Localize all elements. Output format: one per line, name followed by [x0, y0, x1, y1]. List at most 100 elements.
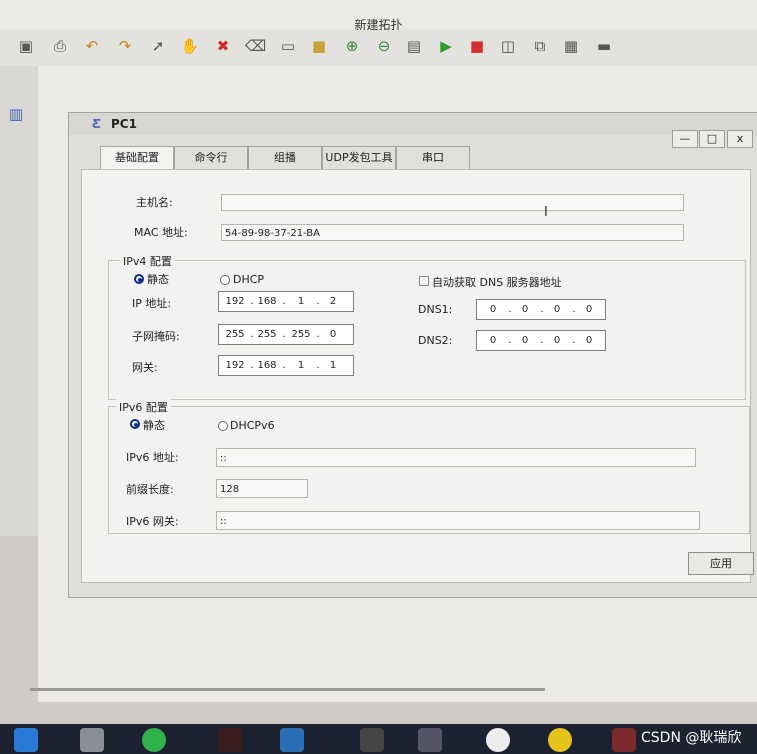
erase-icon[interactable]: ⌫	[245, 36, 266, 56]
tab-multicast[interactable]: 组播	[248, 146, 322, 169]
dns2-input[interactable]: 0. 0. 0. 0	[476, 330, 606, 351]
gateway-octet: 168	[257, 360, 277, 371]
game-icon[interactable]	[280, 728, 304, 752]
dns1-octet: 0	[489, 304, 497, 315]
ipv6-dhcp-radio[interactable]	[218, 421, 228, 431]
auto-dns-label: 自动获取 DNS 服务器地址	[432, 276, 562, 289]
gateway-label: 网关:	[132, 361, 158, 374]
ipv6-gateway-input[interactable]: ::	[216, 511, 700, 530]
mask-octet: 255	[225, 329, 245, 340]
auto-dns-checkbox[interactable]	[419, 276, 429, 286]
print-icon[interactable]: ⎙	[50, 36, 70, 56]
gateway-input[interactable]: 192. 168. 1. 1	[218, 355, 354, 376]
tab-serial[interactable]: 串口	[396, 146, 470, 169]
ip-address-label: IP 地址:	[132, 297, 172, 310]
hostname-input[interactable]	[221, 194, 684, 211]
dns1-octet: 0	[521, 304, 529, 315]
pc-icon: Ƹ	[92, 117, 102, 131]
game-launcher-icon[interactable]	[418, 728, 442, 752]
dns2-octet: 0	[521, 335, 529, 346]
ipv6-address-label: IPv6 地址:	[126, 451, 179, 464]
subnet-mask-input[interactable]: 255. 255. 255. 0	[218, 324, 354, 345]
device-panel: ▥	[0, 66, 39, 536]
steam-icon[interactable]	[360, 728, 384, 752]
ipv6-gateway-label: IPv6 网关:	[126, 515, 179, 528]
mask-octet: 255	[291, 329, 311, 340]
dns2-octet: 0	[585, 335, 593, 346]
tab-command-line[interactable]: 命令行	[174, 146, 248, 169]
subnet-mask-label: 子网掩码:	[132, 330, 180, 343]
ipv4-dhcp-radio[interactable]	[220, 275, 230, 285]
ipv4-dhcp-label: DHCP	[233, 273, 265, 286]
hostname-label: 主机名:	[136, 196, 173, 209]
zoom-out-icon[interactable]: ⊖	[374, 36, 394, 56]
basic-config-panel: 主机名: MAC 地址: 54-89-98-37-21-BA IPv4 配置 静…	[81, 169, 751, 583]
ipv6-legend: IPv6 配置	[116, 399, 171, 415]
prefix-length-input[interactable]: 128	[216, 479, 308, 498]
close-button[interactable]: x	[727, 130, 753, 148]
prefix-length-label: 前缀长度:	[126, 483, 174, 496]
ipv4-static-radio[interactable]	[134, 274, 144, 284]
maximize-button[interactable]: □	[699, 130, 725, 148]
gateway-octet: 192	[225, 360, 245, 371]
spider-app-icon[interactable]	[218, 728, 242, 752]
hand-icon[interactable]: ✋	[180, 36, 200, 56]
tab-basic-config[interactable]: 基础配置	[100, 146, 174, 170]
dns2-octet: 0	[553, 335, 561, 346]
tab-udp-tool[interactable]: UDP发包工具	[322, 146, 396, 169]
mac-address-field[interactable]: 54-89-98-37-21-BA	[221, 224, 684, 241]
recycle-bin-icon[interactable]	[80, 728, 104, 752]
ipv6-address-input[interactable]: ::	[216, 448, 696, 467]
wechat-icon[interactable]	[142, 728, 166, 752]
windows-start-icon[interactable]	[14, 728, 38, 752]
delete-icon[interactable]: ✖	[213, 36, 233, 56]
dns2-label: DNS2:	[418, 334, 453, 347]
qq-icon[interactable]	[486, 728, 510, 752]
horizontal-scrollbar[interactable]	[30, 688, 545, 691]
ip-address-input[interactable]: 192. 168. 1. 2	[218, 291, 354, 312]
ipv6-dhcp-label: DHCPv6	[230, 419, 275, 432]
ip-octet: 192	[225, 296, 245, 307]
dns1-octet: 0	[585, 304, 593, 315]
dns1-octet: 0	[553, 304, 561, 315]
ip-octet: 168	[257, 296, 277, 307]
dialog-titlebar[interactable]: Ƹ PC1	[69, 113, 757, 135]
text-cursor-icon: I	[544, 205, 548, 220]
gateway-octet: 1	[329, 360, 337, 371]
ip-octet: 2	[329, 296, 337, 307]
minimize-button[interactable]: —	[672, 130, 698, 148]
ipv6-static-radio[interactable]	[130, 419, 140, 429]
undo-icon[interactable]: ↶	[82, 36, 102, 56]
save-icon[interactable]: ▣	[16, 36, 36, 56]
terminal-icon[interactable]: ▬	[594, 36, 614, 56]
ipv4-legend: IPv4 配置	[120, 253, 175, 269]
dialog-title: PC1	[111, 117, 137, 131]
mask-octet: 255	[257, 329, 277, 340]
mac-label: MAC 地址:	[134, 226, 188, 239]
mask-octet: 0	[329, 329, 337, 340]
dns1-input[interactable]: 0. 0. 0. 0	[476, 299, 606, 320]
tree-icon[interactable]: ⧉	[530, 36, 550, 56]
ip-octet: 1	[297, 296, 305, 307]
device-icon[interactable]: ▥	[6, 104, 26, 124]
pc1-config-dialog: Ƹ PC1 — □ x 基础配置 命令行 组播 UDP发包工具 串口 主机名: …	[68, 112, 757, 598]
start-icon[interactable]: ▶	[436, 36, 456, 56]
stop-icon[interactable]: ■	[467, 36, 487, 56]
gateway-octet: 1	[297, 360, 305, 371]
zoom-in-icon[interactable]: ⊕	[342, 36, 362, 56]
rectangle-icon[interactable]: ■	[309, 36, 329, 56]
ipv4-static-label: 静态	[147, 273, 169, 286]
topology-icon[interactable]: ▤	[404, 36, 424, 56]
ipv6-static-label: 静态	[143, 419, 165, 432]
dns1-label: DNS1:	[418, 303, 453, 316]
app-icon[interactable]	[548, 728, 572, 752]
select-arrow-icon[interactable]: ➚	[148, 36, 168, 56]
valorant-icon[interactable]	[612, 728, 636, 752]
redo-icon[interactable]: ↷	[115, 36, 135, 56]
grid-icon[interactable]: ▦	[561, 36, 581, 56]
toolbar: ▣ ⎙ ↶ ↷ ➚ ✋ ✖ ⌫ ▭ ■ ⊕ ⊖ ▤ ▶ ■ ◫ ⧉ ▦ ▬	[0, 30, 757, 67]
csdn-watermark: CSDN @耿瑞欣	[641, 730, 742, 746]
capture-icon[interactable]: ◫	[498, 36, 518, 56]
apply-button[interactable]: 应用	[688, 552, 754, 575]
text-icon[interactable]: ▭	[278, 36, 298, 56]
